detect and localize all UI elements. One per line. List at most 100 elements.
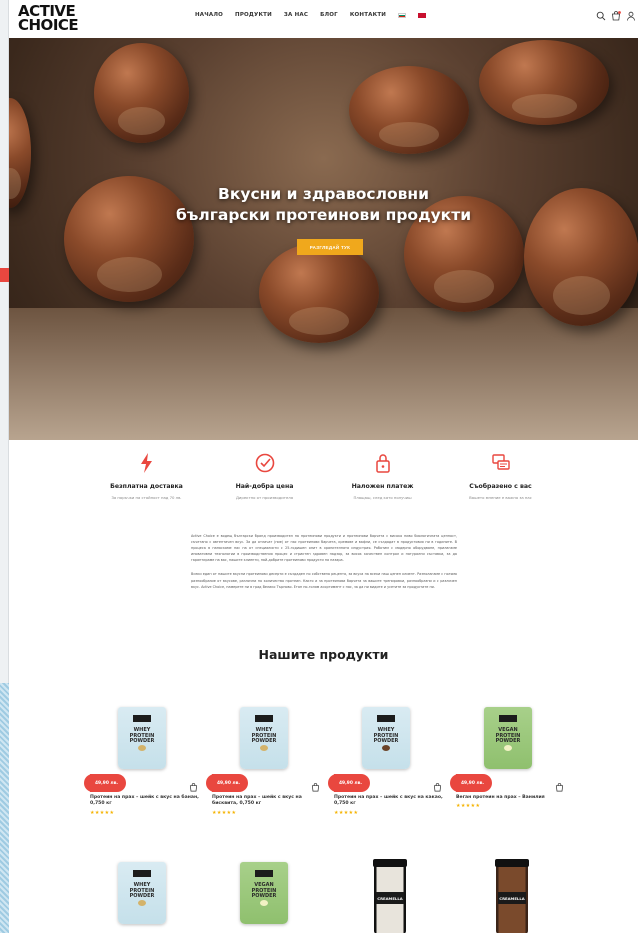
feature-subtitle: Плащаш, след като получиш <box>353 495 412 500</box>
language-bg-flag-icon[interactable] <box>398 12 407 18</box>
hazelnut-image <box>94 43 189 143</box>
flavor-mark <box>138 900 146 906</box>
jar-lid <box>495 859 529 867</box>
nav-item-4[interactable]: КОНТАКТИ <box>350 12 386 18</box>
nav-item-3[interactable]: БЛОГ <box>320 12 338 18</box>
features-row: Безплатна доставка За поръчки на стойност… <box>9 452 638 500</box>
header-icons <box>596 11 636 21</box>
user-icon[interactable] <box>626 11 636 21</box>
product-name[interactable]: Веган протеин на прах – Ванилия <box>456 795 566 801</box>
add-to-cart-icon[interactable] <box>433 777 442 792</box>
cart-icon[interactable] <box>611 11 621 21</box>
product-image[interactable]: WHEY PROTEIN POWDER 49,90 лв. <box>83 707 200 792</box>
product-image[interactable]: VEGAN PROTEIN POWDER 49,90 лв. <box>449 707 566 792</box>
pouch-brand-tag <box>377 715 395 722</box>
feature-3: Съобразено с вас Вашето мнение е важно за… <box>442 452 560 500</box>
product-card[interactable]: WHEY PROTEIN POWDER 49,90 лв. Протеин на п… <box>205 707 322 816</box>
add-to-cart-icon[interactable] <box>189 777 198 792</box>
feature-1: Най-добра цена Директно от производителя <box>206 452 324 500</box>
protein-pouch: WHEY PROTEIN POWDER <box>240 707 288 769</box>
feature-title: Най-добра цена <box>235 483 294 490</box>
spread-jar: CREAMELLA <box>495 859 529 933</box>
hero-banner: Вкусни и здравословни български протеино… <box>9 38 638 440</box>
flavor-mark <box>504 745 512 751</box>
star-rating: ★★★★★ <box>334 809 359 816</box>
page: ACTIVE CHOICE НАЧАЛО ПРОДУКТИ ЗА НАС БЛОГ КО… <box>0 0 638 933</box>
pouch-brand-tag <box>133 715 151 722</box>
pouch-label: WHEY PROTEIN POWDER <box>129 727 155 744</box>
star-rating: ★★★★★ <box>90 809 115 816</box>
feature-title: Безплатна доставка <box>110 483 183 490</box>
search-icon[interactable] <box>596 11 606 21</box>
pouch-brand-tag <box>499 715 517 722</box>
price-badge: 49,90 лв. <box>205 774 249 792</box>
pouch-label: VEGAN PROTEIN POWDER <box>251 882 277 899</box>
about-paragraph-1: Active Choice е водещ български бранд пр… <box>191 534 457 563</box>
nav-item-1[interactable]: ПРОДУКТИ <box>235 12 272 18</box>
product-name[interactable]: Протеин на прах – шейк с вкус на бисквит… <box>212 795 322 808</box>
protein-pouch: WHEY PROTEIN POWDER <box>118 862 166 924</box>
pouch-label: WHEY PROTEIN POWDER <box>251 727 277 744</box>
star-rating: ★★★★★ <box>456 803 481 810</box>
product-name[interactable]: Протеин на прах – шейк с вкус на банан, … <box>90 795 200 808</box>
background-window-pattern <box>0 683 9 933</box>
product-image[interactable]: WHEY PROTEIN POWDER <box>90 862 200 933</box>
add-to-cart-icon[interactable] <box>555 777 564 792</box>
spread-jar: CREAMELLA <box>373 859 407 933</box>
hazelnut-image <box>259 243 379 343</box>
lock-icon <box>324 452 442 474</box>
price-text: 49,90 лв. <box>95 780 119 786</box>
flavor-mark <box>138 745 146 751</box>
pouch-brand-tag <box>133 870 151 877</box>
product-card[interactable]: CREAMELLA <box>334 859 444 933</box>
feature-0: Безплатна доставка За поръчки на стойност… <box>88 452 206 500</box>
hero-title: Вкусни и здравословни български протеино… <box>9 184 638 226</box>
product-image[interactable]: VEGAN PROTEIN POWDER <box>212 862 322 933</box>
brand-logo[interactable]: ACTIVE CHOICE <box>18 4 79 34</box>
product-image[interactable]: CREAMELLA <box>334 859 444 933</box>
flavor-mark <box>260 900 268 906</box>
protein-pouch: VEGAN PROTEIN POWDER <box>240 862 288 924</box>
product-image[interactable]: WHEY PROTEIN POWDER 49,90 лв. <box>205 707 322 792</box>
background-window-edge <box>0 0 9 933</box>
products-section-title: Нашите продукти <box>258 647 389 662</box>
about-text: Active Choice е водещ български бранд пр… <box>191 533 457 598</box>
site-header: ACTIVE CHOICE НАЧАЛО ПРОДУКТИ ЗА НАС БЛОГ КО… <box>9 0 638 38</box>
chat-icon <box>442 452 560 474</box>
product-image[interactable]: WHEY PROTEIN POWDER 49,90 лв. <box>327 707 444 792</box>
pouch-label: WHEY PROTEIN POWDER <box>373 727 399 744</box>
product-image[interactable]: CREAMELLA <box>456 859 566 933</box>
product-card[interactable]: CREAMELLA <box>456 859 566 933</box>
add-to-cart-icon[interactable] <box>311 777 320 792</box>
price-badge: 49,90 лв. <box>83 774 127 792</box>
feature-title: Наложен платеж <box>351 483 414 490</box>
hero-title-line-2: български протеинови продукти <box>175 206 472 224</box>
product-card[interactable]: WHEY PROTEIN POWDER 49,90 лв. Протеин на п… <box>83 707 200 816</box>
product-card[interactable]: WHEY PROTEIN POWDER <box>90 862 200 933</box>
language-en-flag-icon[interactable] <box>418 12 427 18</box>
price-text: 49,90 лв. <box>461 780 485 786</box>
browse-button[interactable]: РАЗГЛЕДАЙ ТУК <box>297 239 363 255</box>
hazelnut-image <box>349 66 469 154</box>
product-card[interactable]: VEGAN PROTEIN POWDER <box>212 862 322 933</box>
pouch-label: WHEY PROTEIN POWDER <box>129 882 155 899</box>
check-circle-icon <box>206 452 324 474</box>
feature-2: Наложен платеж Плащаш, след като получиш <box>324 452 442 500</box>
hazelnut-image <box>479 40 609 125</box>
price-badge: 49,90 лв. <box>449 774 493 792</box>
flavor-mark <box>382 745 390 751</box>
background-window-accent <box>0 268 9 282</box>
feature-title: Съобразено с вас <box>469 483 532 490</box>
nav-item-0[interactable]: НАЧАЛО <box>191 9 223 20</box>
product-card[interactable]: VEGAN PROTEIN POWDER 49,90 лв. Веган проте… <box>449 707 566 810</box>
product-name[interactable]: Протеин на прах – шейк с вкус на какао, … <box>334 795 444 808</box>
product-card[interactable]: WHEY PROTEIN POWDER 49,90 лв. Протеин на п… <box>327 707 444 816</box>
star-rating: ★★★★★ <box>212 809 237 816</box>
hero-title-line-1: Вкусни и здравословни <box>218 185 429 203</box>
price-text: 49,90 лв. <box>339 780 363 786</box>
main-nav: НАЧАЛО ПРОДУКТИ ЗА НАС БЛОГ КОНТАКТИ <box>191 9 427 20</box>
price-text: 49,90 лв. <box>217 780 241 786</box>
nav-item-2[interactable]: ЗА НАС <box>284 12 308 18</box>
brand-line-2: CHOICE <box>18 16 79 34</box>
pouch-brand-tag <box>255 715 273 722</box>
